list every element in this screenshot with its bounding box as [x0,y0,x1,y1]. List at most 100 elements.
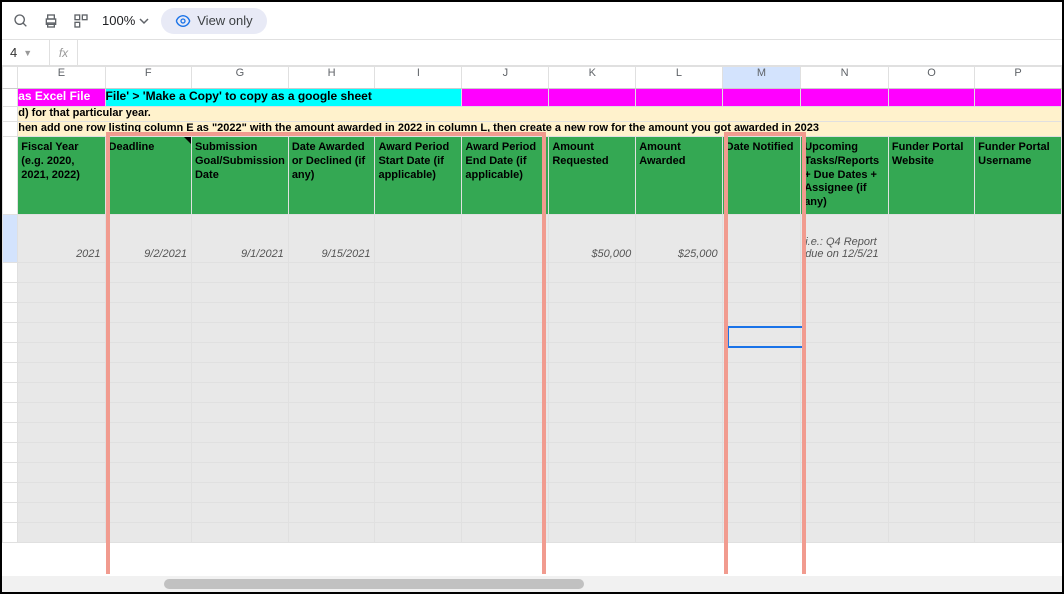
cell[interactable] [636,89,722,107]
cell[interactable] [105,342,191,362]
cell[interactable] [549,422,636,442]
col-P[interactable]: P [975,67,1062,89]
column-headers[interactable]: E F G H I J K L M N O P [3,67,1062,89]
cell[interactable] [191,402,288,422]
cell[interactable] [888,322,974,342]
cell[interactable] [549,302,636,322]
cell[interactable] [549,362,636,382]
cell[interactable] [288,322,375,342]
view-only-pill[interactable]: View only [161,8,266,34]
cell[interactable] [888,382,974,402]
cell[interactable] [462,422,549,442]
cell[interactable] [722,522,801,542]
cell[interactable] [636,482,722,502]
cell[interactable] [722,362,801,382]
cell[interactable] [722,262,801,282]
cell[interactable] [722,89,801,107]
row-header[interactable] [3,282,18,302]
cell[interactable] [462,522,549,542]
empty-row[interactable] [3,422,1062,442]
scrollbar-thumb[interactable] [164,579,584,589]
cell[interactable] [888,482,974,502]
cell[interactable] [105,482,191,502]
cell[interactable] [191,362,288,382]
cell[interactable] [549,402,636,422]
cell[interactable] [888,442,974,462]
cell-award-end[interactable] [462,214,549,262]
empty-row[interactable] [3,302,1062,322]
name-box[interactable]: 4▼ [2,40,50,65]
cell[interactable] [888,462,974,482]
cell[interactable] [888,502,974,522]
cell[interactable] [722,482,801,502]
cell-date-notified[interactable] [722,214,801,262]
col-G[interactable]: G [191,67,288,89]
cell[interactable] [288,282,375,302]
scrollbar-track[interactable] [4,579,1060,589]
cell[interactable] [375,342,462,362]
cell-amount-requested[interactable]: $50,000 [549,214,636,262]
cell[interactable] [975,422,1062,442]
cell[interactable] [722,282,801,302]
col-E[interactable]: E [18,67,105,89]
cell[interactable] [975,342,1062,362]
sheet-area[interactable]: E F G H I J K L M N O P as Excel File Fi… [2,66,1062,574]
row-header[interactable] [3,214,18,262]
cell[interactable] [191,322,288,342]
row-header[interactable] [3,382,18,402]
cell[interactable] [888,89,974,107]
cell[interactable] [801,322,889,342]
cell[interactable] [801,402,889,422]
header-amount-awarded[interactable]: Amount Awarded [636,137,722,215]
header-portal-website[interactable]: Funder Portal Website [888,137,974,215]
cell[interactable] [191,262,288,282]
cell[interactable] [801,89,889,107]
cell[interactable] [722,322,801,342]
cell[interactable] [722,342,801,362]
col-O[interactable]: O [888,67,974,89]
cell[interactable] [636,302,722,322]
cell[interactable] [801,382,889,402]
cell[interactable] [375,362,462,382]
cell[interactable] [549,89,636,107]
empty-row[interactable] [3,462,1062,482]
header-date-notified[interactable]: Date Notified [722,137,801,215]
cell[interactable] [801,422,889,442]
cell[interactable] [375,442,462,462]
cell[interactable] [105,502,191,522]
row-header[interactable] [3,482,18,502]
cell[interactable] [18,282,105,302]
cell[interactable] [636,322,722,342]
row-header[interactable] [3,362,18,382]
cell[interactable] [975,89,1062,107]
cell[interactable] [288,382,375,402]
empty-row[interactable] [3,342,1062,362]
cell[interactable] [636,502,722,522]
cell[interactable]: as Excel File [18,89,105,107]
cell[interactable] [375,262,462,282]
cell[interactable] [975,302,1062,322]
cell[interactable] [191,422,288,442]
cell[interactable] [549,342,636,362]
header-portal-username[interactable]: Funder Portal Username [975,137,1062,215]
row-instruction-3[interactable]: hen add one row listing column E as "202… [3,122,1062,137]
cell[interactable] [549,462,636,482]
header-amount-requested[interactable]: Amount Requested [549,137,636,215]
search-icon[interactable] [12,12,30,30]
cell[interactable] [975,282,1062,302]
cell[interactable] [975,522,1062,542]
cell[interactable] [105,522,191,542]
cell[interactable] [18,262,105,282]
cell[interactable] [801,362,889,382]
cell[interactable] [462,402,549,422]
cell-upcoming-tasks[interactable]: i.e.: Q4 Report due on 12/5/21 [801,214,889,262]
cell[interactable] [636,362,722,382]
cell-amount-awarded[interactable]: $25,000 [636,214,722,262]
cell[interactable] [975,462,1062,482]
cell[interactable] [549,382,636,402]
cell-fiscal-year[interactable]: 2021 [18,214,105,262]
cell[interactable] [636,282,722,302]
print-icon[interactable] [42,12,60,30]
row-header[interactable] [3,442,18,462]
cell[interactable] [975,262,1062,282]
